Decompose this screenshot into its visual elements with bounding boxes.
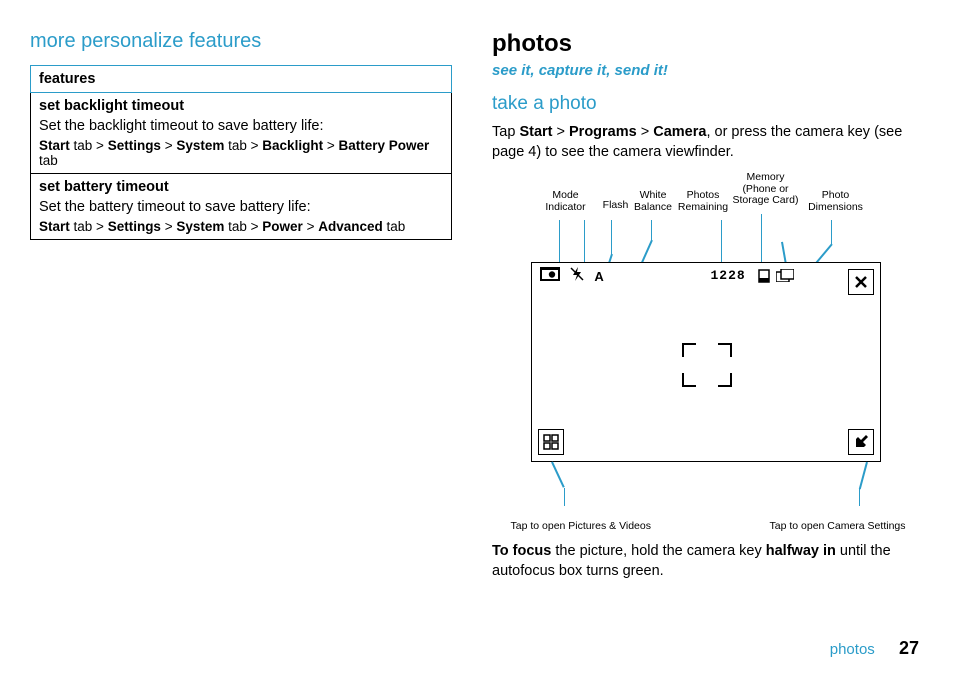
label-settings: Tap to open Camera Settings bbox=[770, 520, 906, 532]
white-balance-indicator: A bbox=[594, 269, 603, 284]
focus-bracket bbox=[718, 343, 732, 357]
close-button[interactable] bbox=[848, 269, 874, 295]
row1-title: set backlight timeout bbox=[39, 98, 443, 114]
take-photo-heading: take a photo bbox=[492, 93, 919, 115]
memory-icon bbox=[758, 269, 770, 288]
features-table: features set backlight timeout Set the b… bbox=[30, 65, 452, 240]
flash-icon bbox=[570, 267, 584, 286]
page-number: 27 bbox=[899, 638, 919, 658]
row2-body: Set the battery timeout to save battery … bbox=[39, 199, 443, 215]
row1-body: Set the backlight timeout to save batter… bbox=[39, 118, 443, 134]
photos-subtitle: see it, capture it, send it! bbox=[492, 62, 919, 79]
focus-bracket bbox=[682, 343, 696, 357]
label-wb: White Balance bbox=[631, 190, 676, 213]
photos-remaining-counter: 1228 bbox=[711, 268, 746, 283]
footer-section: photos bbox=[830, 641, 875, 658]
label-gallery: Tap to open Pictures & Videos bbox=[511, 520, 651, 532]
camera-diagram: Mode Indicator Flash White Balance Photo… bbox=[511, 172, 901, 532]
row2-path: Start tab > Settings > System tab > Powe… bbox=[39, 219, 443, 234]
table-header: features bbox=[31, 66, 452, 93]
row2-title: set battery timeout bbox=[39, 179, 443, 195]
camera-mode-icon bbox=[540, 267, 560, 286]
focus-paragraph: To focus the picture, hold the camera ke… bbox=[492, 542, 919, 581]
label-flash: Flash bbox=[601, 200, 631, 212]
focus-bracket bbox=[682, 373, 696, 387]
focus-bracket bbox=[718, 373, 732, 387]
page-footer: photos 27 bbox=[830, 638, 919, 659]
label-mode: Mode Indicator bbox=[541, 190, 591, 213]
label-memory: Memory (Phone or Storage Card) bbox=[731, 172, 801, 207]
label-remaining: Photos Remaining bbox=[676, 190, 731, 213]
gallery-button[interactable] bbox=[538, 429, 564, 455]
row1-path: Start tab > Settings > System tab > Back… bbox=[39, 138, 443, 168]
label-dims: Photo Dimensions bbox=[806, 190, 866, 213]
intro-paragraph: Tap Start > Programs > Camera, or press … bbox=[492, 123, 919, 162]
personalize-heading: more personalize features bbox=[30, 30, 452, 53]
settings-button[interactable] bbox=[848, 429, 874, 455]
dimensions-icon bbox=[776, 269, 794, 287]
viewfinder: A 1228 bbox=[531, 262, 881, 462]
photos-title: photos bbox=[492, 30, 919, 58]
